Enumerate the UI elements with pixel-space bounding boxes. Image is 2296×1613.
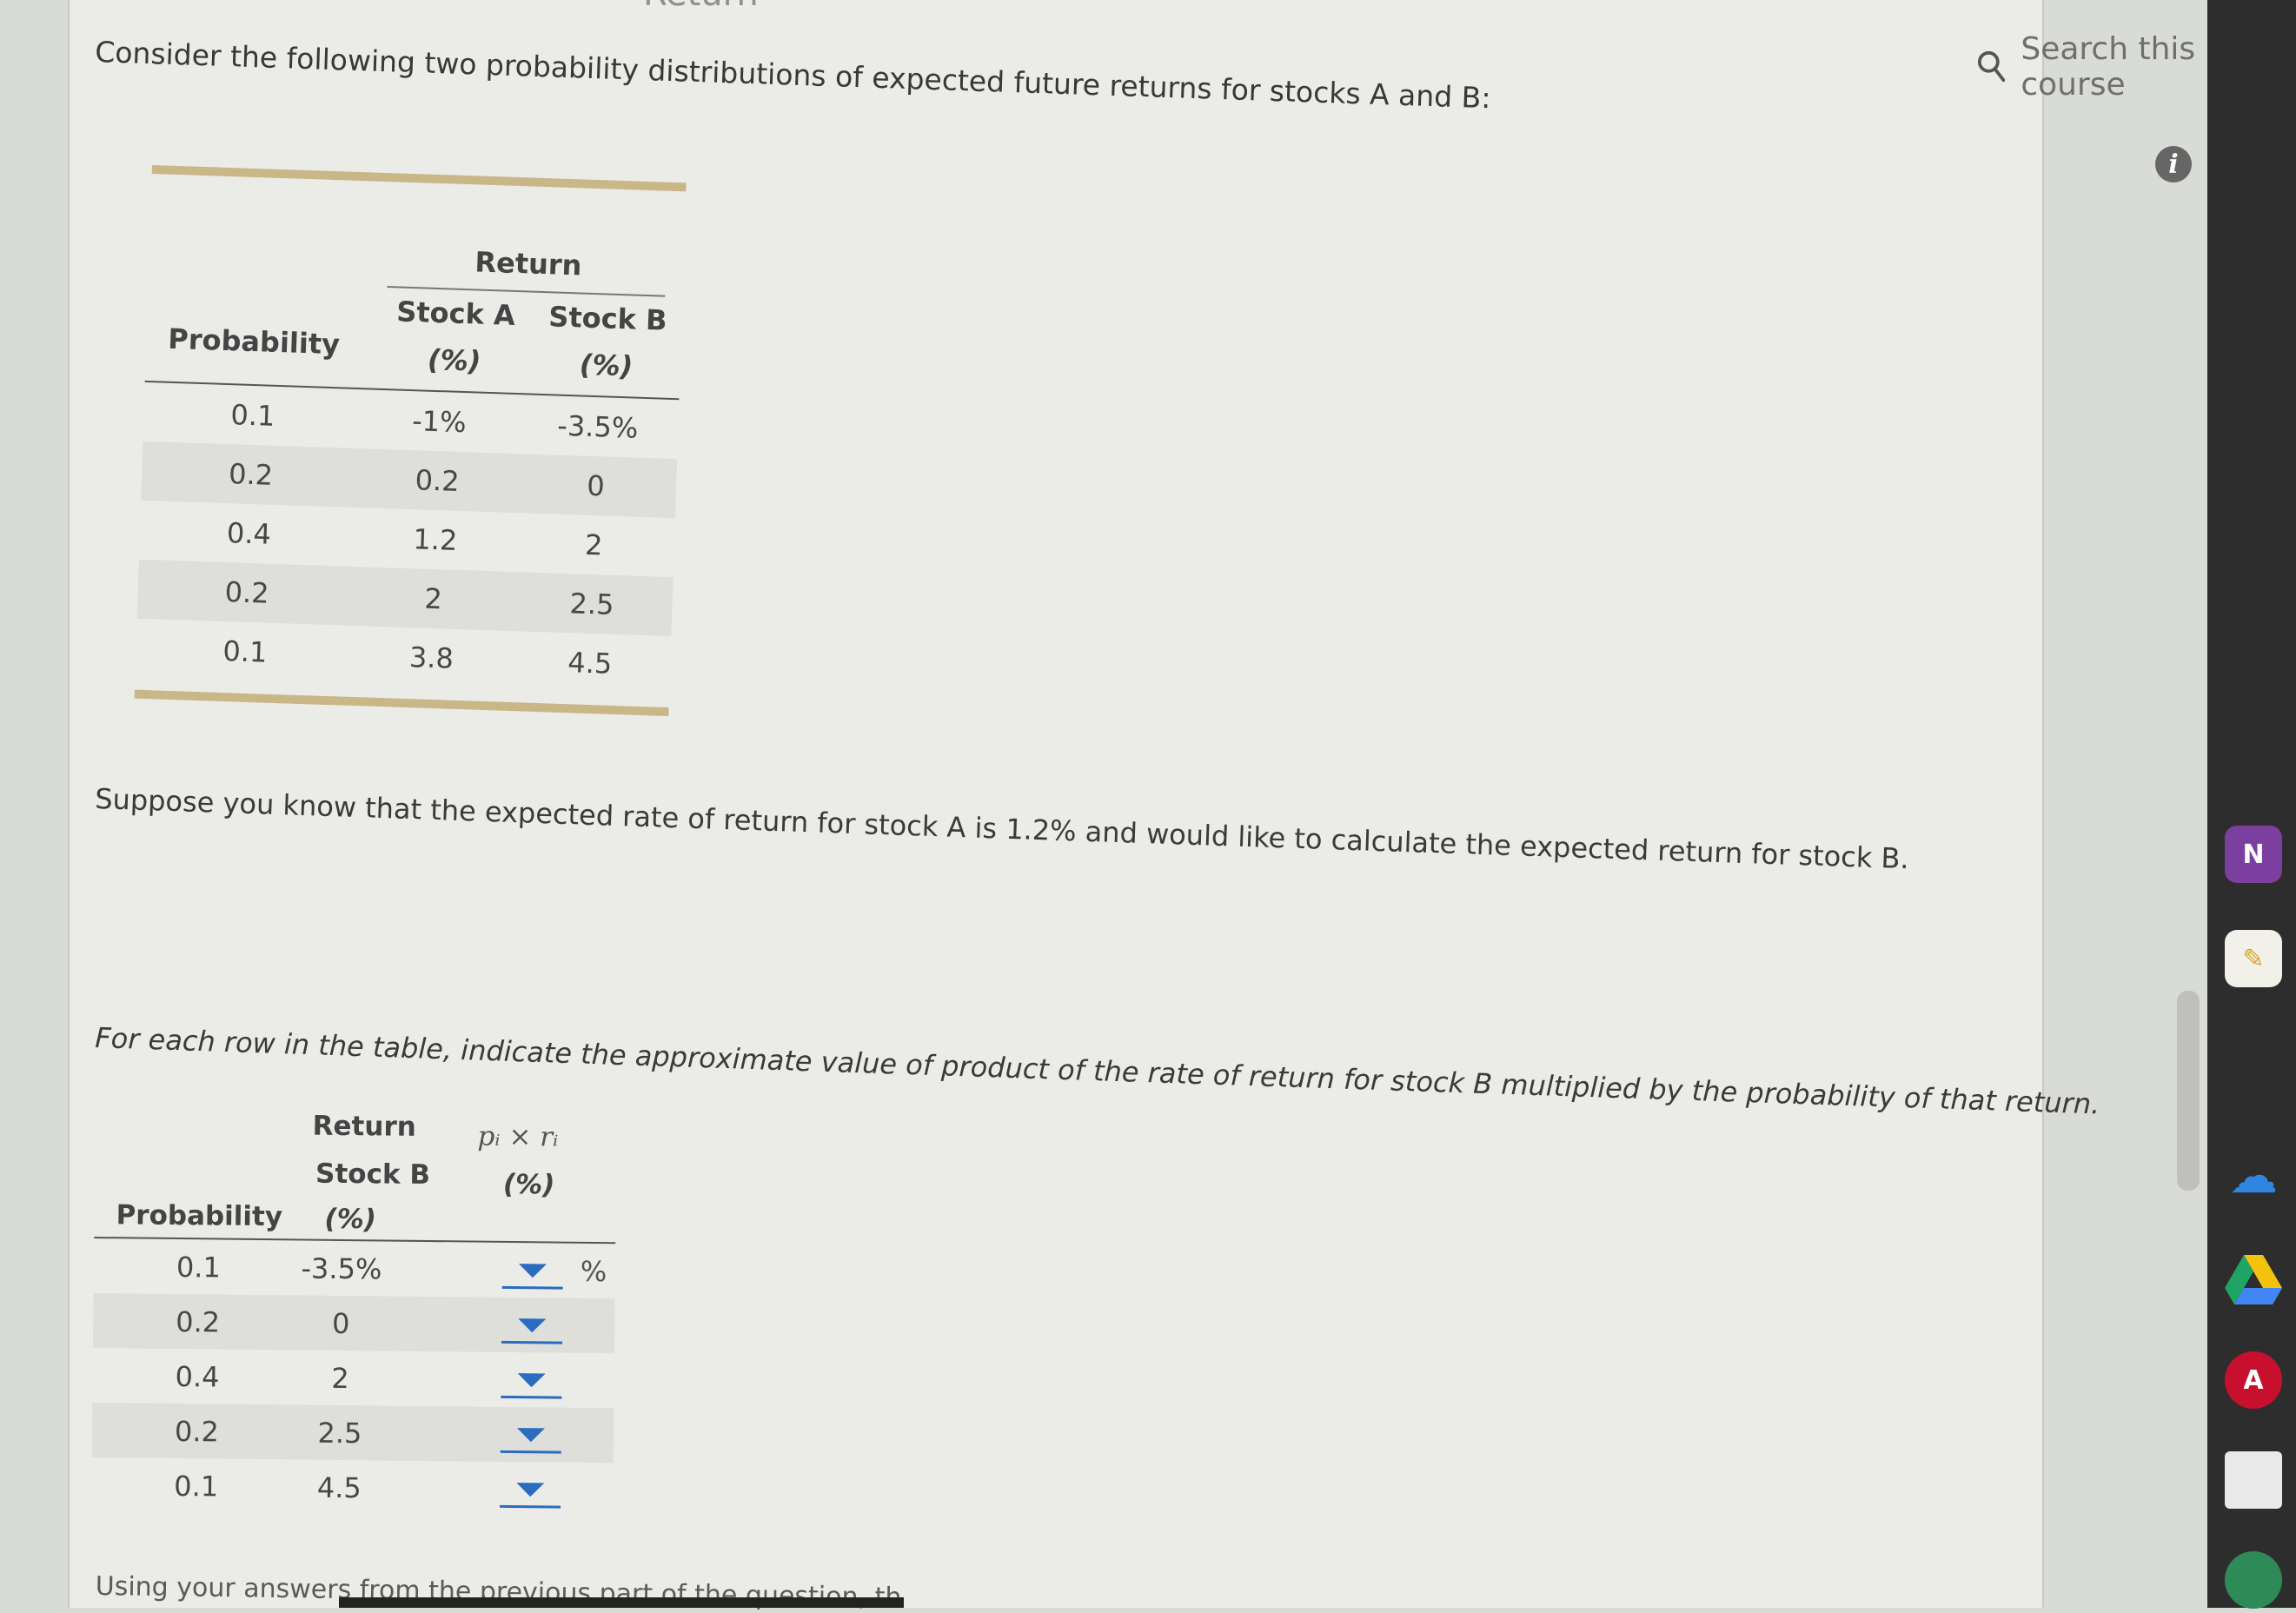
- taskbar-edge: [339, 1597, 904, 1608]
- search-icon: [1977, 50, 2006, 83]
- cell-product: [415, 1305, 614, 1344]
- cell-probability: 0.2: [174, 1414, 220, 1449]
- cell-product: %: [415, 1251, 615, 1290]
- cell-product: [413, 1470, 613, 1509]
- return-group-header: Return: [474, 245, 583, 282]
- cell-stock-b: 2: [331, 1361, 349, 1395]
- table-header: Return Probability Stock A (%) Stock B (…: [144, 174, 687, 401]
- onenote-icon[interactable]: N: [2225, 826, 2282, 883]
- table-row: 0.1 4.5: [91, 1457, 614, 1517]
- table-row: 0.4 2: [92, 1348, 614, 1408]
- cell-probability: 0.1: [176, 1250, 222, 1284]
- cell-probability: 0.1: [229, 398, 276, 433]
- table-row: 0.1 -3.5% %: [94, 1238, 616, 1298]
- col-stock-b: Stock B: [315, 1158, 431, 1191]
- cell-stock-b: 0: [586, 468, 606, 503]
- col-stock-a: Stock A (%): [388, 295, 521, 379]
- cell-stock-b: 0: [331, 1306, 350, 1340]
- onedrive-icon[interactable]: ☁: [2225, 1147, 2282, 1205]
- acrobat-icon[interactable]: A: [2225, 1351, 2282, 1409]
- cell-probability: 0.2: [176, 1304, 221, 1339]
- cell-stock-b: 2: [584, 528, 604, 562]
- chevron-down-icon: [518, 1318, 547, 1333]
- notepad-icon[interactable]: [2225, 1451, 2282, 1509]
- col-stock-b: Stock B (%): [536, 300, 678, 384]
- cell-stock-b: -3.5%: [301, 1251, 382, 1285]
- product-dropdown[interactable]: [500, 1470, 561, 1509]
- sticky-notes-icon[interactable]: ✎: [2225, 930, 2282, 987]
- cell-stock-a: 0.2: [415, 463, 461, 498]
- col-stock-a-label: Stock A: [395, 295, 516, 332]
- percent-suffix: %: [580, 1254, 607, 1288]
- cell-stock-a: 3.8: [408, 641, 455, 675]
- product-table: Return Stock B (%) Probability pᵢ × rᵢ (…: [91, 1095, 617, 1517]
- product-dropdown[interactable]: [501, 1360, 562, 1399]
- col-product-unit: (%): [502, 1168, 555, 1201]
- product-dropdown[interactable]: [500, 1415, 562, 1454]
- col-stock-b-unit: (%): [324, 1203, 377, 1236]
- cell-probability: 0.2: [224, 575, 270, 610]
- col-return: Return: [312, 1110, 416, 1143]
- product-dropdown[interactable]: [501, 1251, 564, 1290]
- chevron-down-icon: [517, 1373, 546, 1388]
- scrollbar-thumb[interactable]: [2177, 991, 2200, 1191]
- col-probability: Probability: [167, 322, 341, 362]
- cell-probability: 0.1: [174, 1469, 219, 1503]
- col-stock-b-label: Stock B: [547, 300, 668, 337]
- table-header: Return Stock B (%) Probability pᵢ × rᵢ (…: [94, 1095, 617, 1245]
- cell-product: [414, 1360, 614, 1399]
- google-drive-icon[interactable]: [2225, 1251, 2282, 1309]
- chevron-down-icon: [516, 1428, 546, 1443]
- col-stock-b-unit: (%): [579, 348, 634, 383]
- screen: Return Search this course i ✕ Consider t…: [0, 0, 2296, 1613]
- info-icon[interactable]: i: [2155, 146, 2192, 183]
- cell-stock-a: -1%: [411, 404, 468, 440]
- cell-probability: 0.2: [228, 457, 274, 492]
- col-stock-a-unit: (%): [427, 342, 482, 378]
- cell-probability: 0.4: [226, 516, 272, 551]
- page-title-partial: Return: [643, 0, 759, 14]
- app-dock: N ✎ ☁ A: [2207, 0, 2296, 1609]
- distribution-table: Return Probability Stock A (%) Stock B (…: [134, 165, 687, 717]
- chevron-down-icon: [516, 1483, 545, 1497]
- cell-stock-b: -3.5%: [556, 408, 639, 445]
- chevron-down-icon: [518, 1264, 547, 1278]
- google-drive-glyph: [2225, 1255, 2282, 1304]
- cell-stock-b: 4.5: [316, 1470, 362, 1504]
- cell-stock-a: 2: [423, 581, 443, 616]
- col-product: pᵢ × rᵢ: [477, 1120, 559, 1153]
- cell-probability: 0.1: [222, 634, 269, 669]
- app-circle-icon[interactable]: [2225, 1551, 2282, 1609]
- cell-stock-b: 4.5: [567, 646, 613, 680]
- table-row: 0.2 2.5: [91, 1402, 614, 1464]
- table-row: 0.2 0: [92, 1292, 615, 1354]
- cell-stock-b: 2.5: [317, 1416, 362, 1450]
- cell-stock-b: 2.5: [568, 587, 615, 621]
- cell-probability: 0.4: [175, 1359, 220, 1394]
- cell-stock-a: 1.2: [412, 522, 458, 557]
- col-probability: Probability: [116, 1199, 283, 1233]
- cell-product: [414, 1415, 614, 1454]
- product-dropdown[interactable]: [501, 1305, 563, 1344]
